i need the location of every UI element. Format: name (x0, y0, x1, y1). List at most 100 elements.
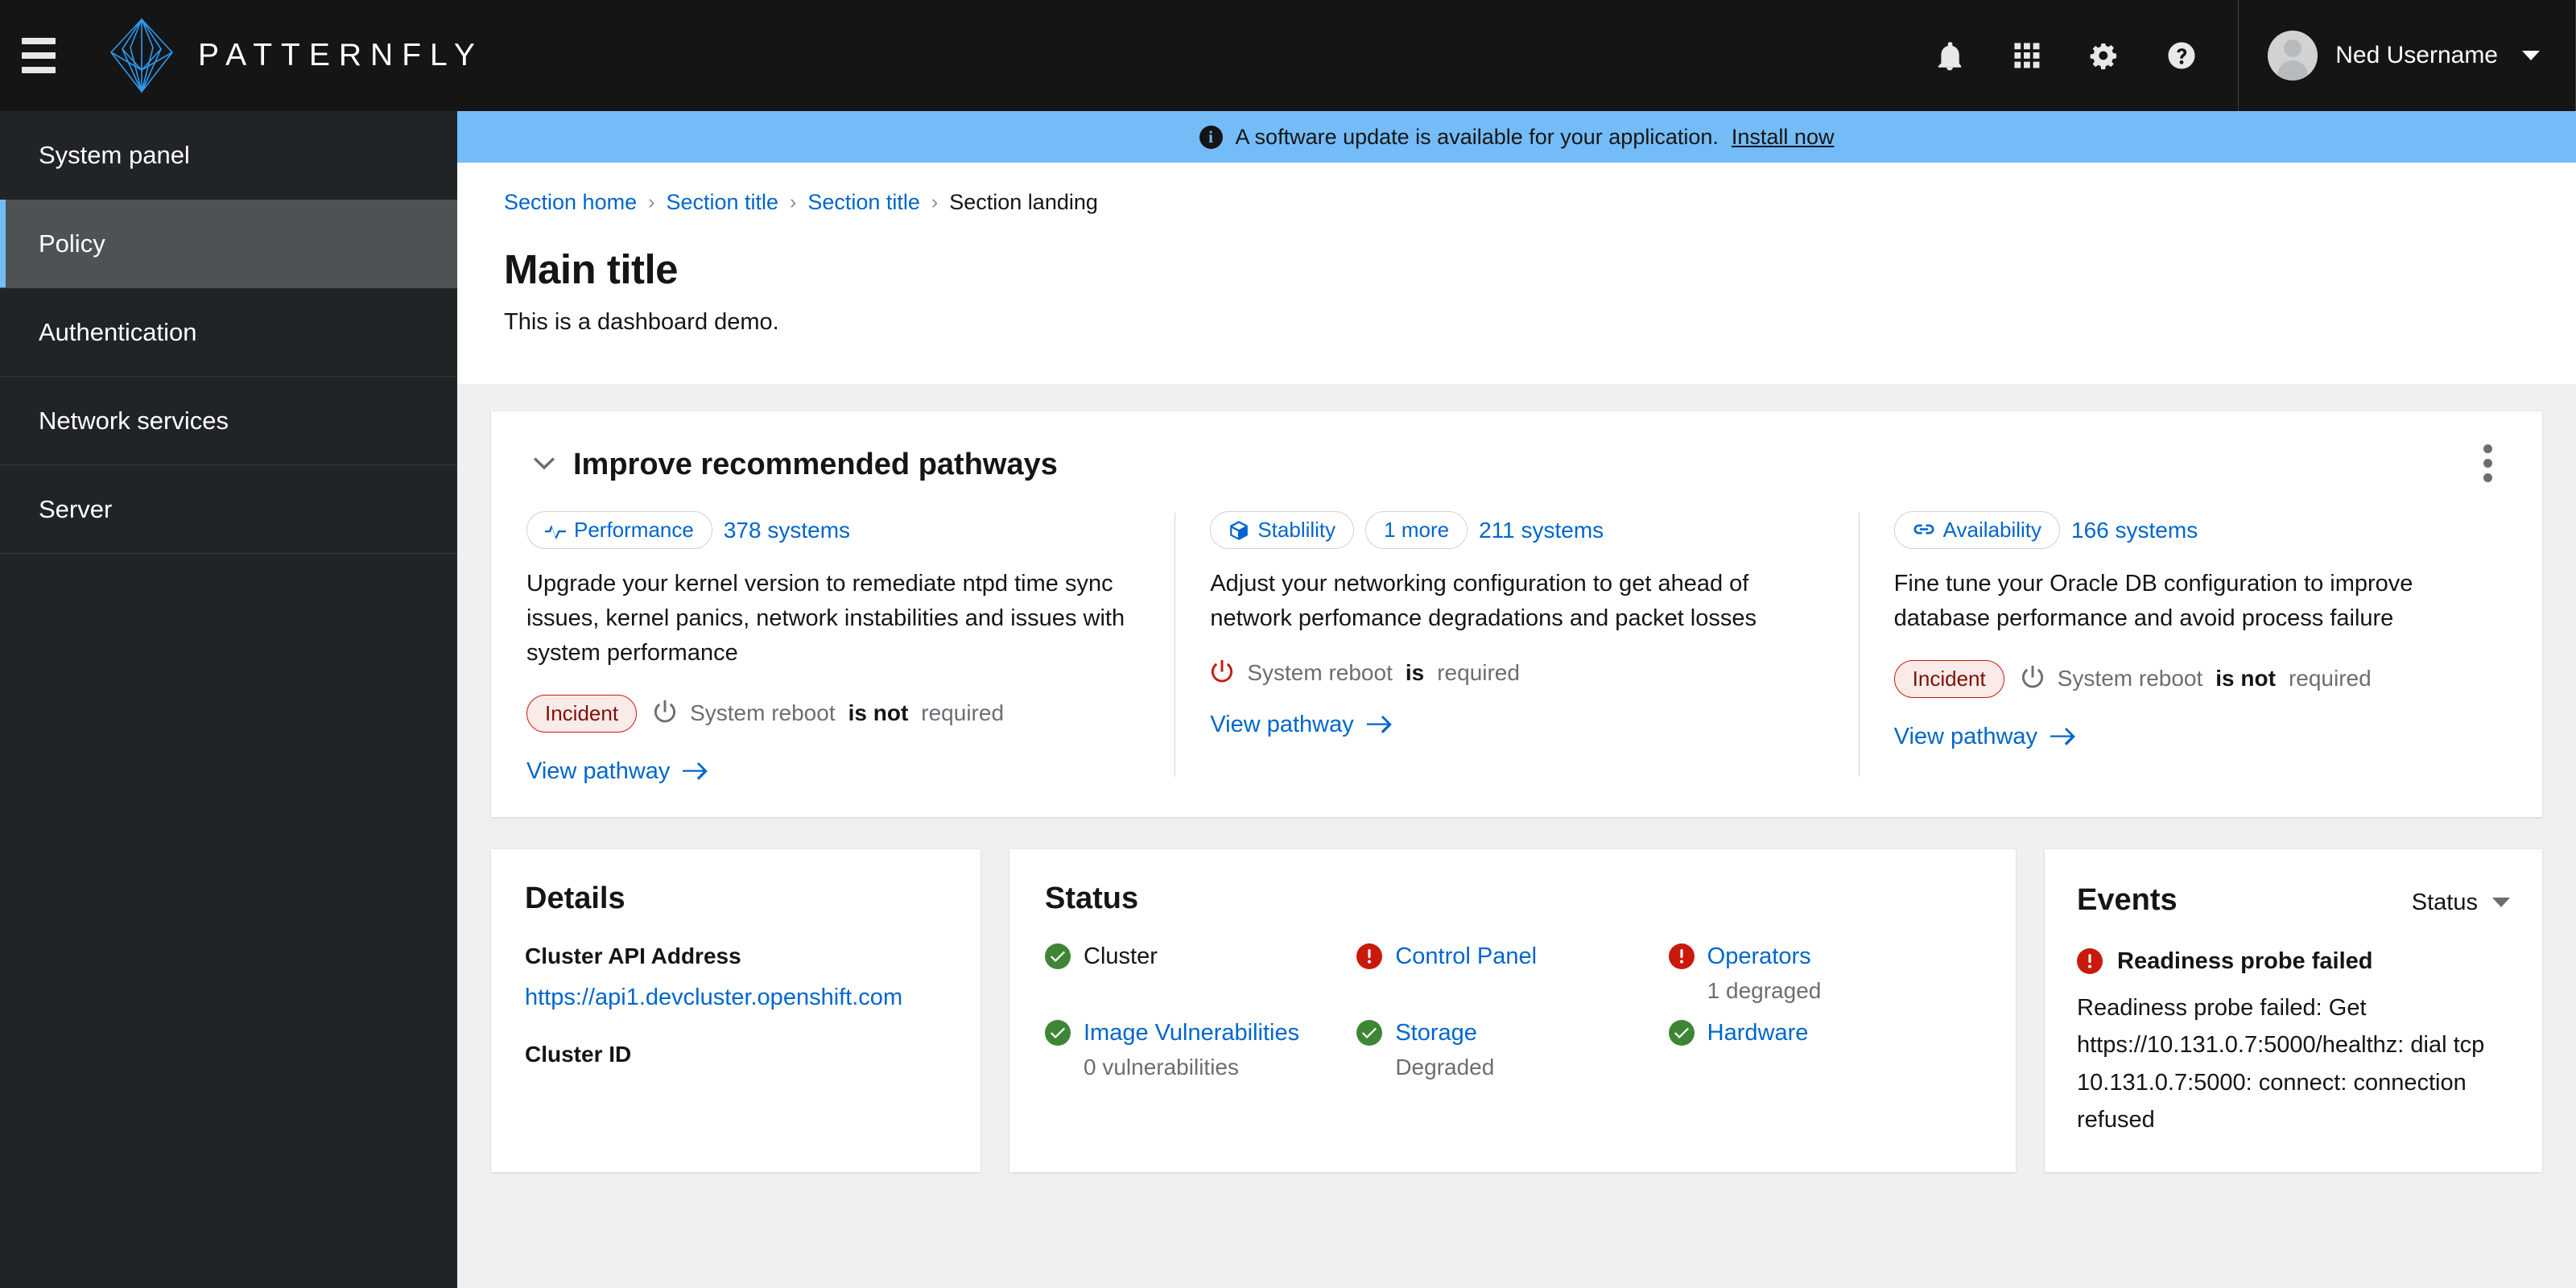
patternfly-logo-icon (109, 17, 174, 93)
software-update-banner: i A software update is available for you… (457, 111, 2576, 163)
reboot-text-emphasis: is not (848, 700, 909, 726)
sidebar-item-label: Authentication (39, 317, 197, 346)
reboot-text-suffix: required (1437, 659, 1520, 685)
help-icon[interactable] (2143, 0, 2220, 111)
sidebar-item-policy[interactable]: Policy (0, 200, 457, 288)
reboot-text-emphasis: is not (2215, 666, 2276, 691)
hamburger-icon[interactable] (0, 0, 77, 111)
view-pathway-label: View pathway (526, 758, 671, 784)
pathway-category-pill[interactable]: Stablility (1210, 511, 1355, 549)
status-item-label[interactable]: Hardware (1707, 1020, 1809, 1046)
recommended-pathways-card: Improve recommended pathways Performance… (491, 411, 2542, 817)
events-card-title: Events (2077, 882, 2178, 917)
sidebar-item-network-services[interactable]: Network services (0, 377, 457, 465)
brand-name: PATTERNFLY (198, 38, 484, 72)
status-item-label: Cluster (1084, 943, 1158, 969)
breadcrumb-item-1[interactable]: Section title (666, 190, 778, 215)
power-icon (1212, 659, 1233, 683)
chevron-down-icon[interactable] (526, 447, 562, 482)
cluster-id-label: Cluster ID (525, 1041, 632, 1067)
bell-icon[interactable] (1911, 0, 1988, 111)
reboot-status: System reboot is not required (653, 700, 1004, 726)
breadcrumb-item-2[interactable]: Section title (807, 190, 920, 215)
pathway-systems-count[interactable]: 211 systems (1479, 518, 1604, 543)
event-list-item: Readiness probe failed Readiness probe f… (2077, 948, 2510, 1139)
pathway-systems-count[interactable]: 166 systems (2071, 518, 2198, 543)
pathway-category-label: Availability (1942, 518, 2042, 542)
reboot-text-prefix: System reboot (690, 700, 836, 726)
cluster-api-address-label: Cluster API Address (525, 943, 741, 968)
status-item-sub: 1 degraged (1707, 977, 1822, 1003)
events-card: Events Status Readiness probe failed Rea… (2045, 848, 2542, 1173)
status-item-label[interactable]: Storage (1395, 1020, 1477, 1046)
chevron-down-icon (2492, 898, 2510, 908)
breadcrumb-item-0[interactable]: Section home (504, 190, 637, 215)
pathway-labels: Availability 166 systems (1893, 511, 2507, 549)
banner-text: A software update is available for your … (1235, 124, 1719, 149)
pathways-columns: Performance 378 systems Upgrade your ker… (491, 511, 2542, 785)
pathway-category-pill[interactable]: Performance (526, 511, 712, 549)
pathway-meta: Incident System reboot is not required (1893, 659, 2507, 698)
status-item-cluster: Cluster (1045, 943, 1356, 1004)
info-circle-icon: i (1199, 125, 1223, 149)
status-grid: Cluster Control Panel Operators 1 degrag… (1045, 943, 1980, 1080)
pathway-description: Upgrade your kernel version to remediate… (526, 571, 1125, 666)
pathway-category-label: Performance (574, 518, 694, 542)
pathway-description: Adjust your networking configuration to … (1210, 571, 1757, 631)
main-content: Section home › Section title › Section t… (457, 163, 2576, 1288)
events-status-filter[interactable]: Status (2412, 890, 2510, 916)
status-item-control-panel: Control Panel (1356, 943, 1668, 1004)
status-item-image-vulnerabilities: Image Vulnerabilities 0 vulnerabilities (1045, 1020, 1356, 1080)
check-circle-icon (1668, 1020, 1695, 1046)
sidebar-item-system-panel[interactable]: System panel (0, 111, 457, 200)
check-circle-icon (1045, 1020, 1071, 1046)
user-menu[interactable]: Ned Username (2239, 0, 2575, 111)
view-pathway-label: View pathway (1893, 723, 2038, 749)
arrow-right-icon (1366, 716, 1392, 734)
pathway-systems-count[interactable]: 378 systems (724, 518, 850, 543)
install-now-link[interactable]: Install now (1732, 125, 1835, 150)
check-circle-icon (1356, 1020, 1383, 1046)
status-item-operators: Operators 1 degraged (1668, 943, 1980, 1004)
pathway-column-performance: Performance 378 systems Upgrade your ker… (491, 511, 1174, 785)
breadcrumb-item-current: Section landing (949, 190, 1098, 214)
pathway-meta: System reboot is required (1210, 659, 1823, 686)
sidebar-item-authentication[interactable]: Authentication (0, 288, 457, 377)
sidebar-item-label: Policy (39, 229, 105, 258)
dashboard-bottom-row: Details Cluster API Address https://api1… (491, 848, 2542, 1173)
pathway-category-label: Stablility (1257, 518, 1336, 542)
sidebar-item-label: System panel (39, 140, 190, 169)
view-pathway-link[interactable]: View pathway (1894, 724, 2078, 750)
grid-apps-icon[interactable] (1988, 0, 2066, 111)
incident-badge: Incident (526, 694, 638, 733)
status-item-label[interactable]: Image Vulnerabilities (1084, 1020, 1299, 1046)
chevron-down-icon (2522, 51, 2540, 60)
status-item-label[interactable]: Control Panel (1395, 943, 1537, 970)
power-icon (2021, 666, 2043, 688)
arrow-right-icon (683, 762, 708, 781)
brand[interactable]: PATTERNFLY (108, 15, 484, 96)
sidebar-item-label: Server (39, 494, 113, 523)
reboot-status: System reboot is not required (2021, 666, 2372, 691)
pathway-more-pill[interactable]: 1 more (1365, 511, 1468, 549)
page-header: Section home › Section title › Section t… (457, 163, 2576, 336)
view-pathway-link[interactable]: View pathway (526, 758, 710, 785)
view-pathway-link[interactable]: View pathway (1210, 712, 1393, 738)
incident-badge: Incident (1893, 659, 2004, 698)
page-subtitle: This is a dashboard demo. (504, 309, 779, 335)
view-pathway-label: View pathway (1210, 711, 1354, 737)
exclamation-circle-icon (1668, 943, 1695, 970)
exclamation-circle-icon (1356, 943, 1383, 970)
events-card-header: Events Status (2077, 883, 2510, 918)
gear-icon[interactable] (2066, 0, 2143, 111)
event-body-text: Readiness probe failed: Get https://10.1… (2077, 994, 2485, 1133)
reboot-status: System reboot is required (1210, 659, 1520, 686)
pathway-category-pill[interactable]: Availability (1893, 511, 2061, 549)
status-item-label[interactable]: Operators (1707, 943, 1811, 970)
arrow-right-icon (2050, 728, 2075, 746)
pathway-labels: Stablility 1 more 211 systems (1210, 511, 1823, 549)
cluster-api-address-link[interactable]: https://api1.devcluster.openshift.com (525, 980, 947, 1014)
pathway-labels: Performance 378 systems (526, 511, 1139, 549)
sidebar-item-server[interactable]: Server (0, 465, 457, 554)
kebab-menu-icon[interactable] (2465, 440, 2510, 485)
